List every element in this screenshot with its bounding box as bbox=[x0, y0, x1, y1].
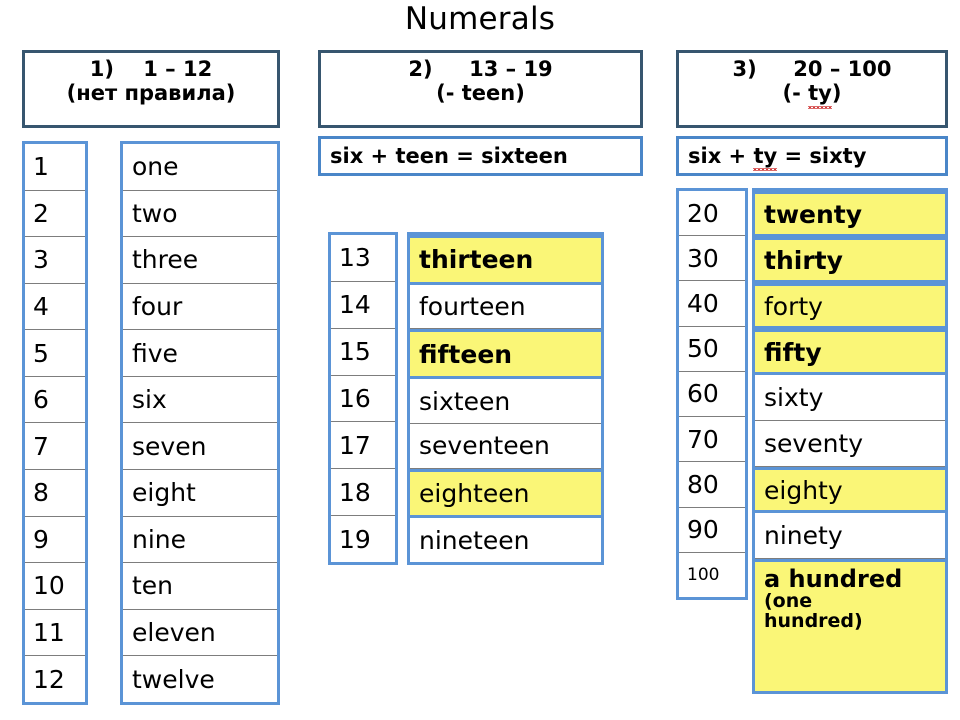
table-cell-number: 10 bbox=[25, 563, 85, 610]
page-title: Numerals bbox=[404, 1, 556, 37]
table-cell-number: 40 bbox=[679, 281, 745, 327]
section-3-header-prefix: (- bbox=[782, 81, 809, 106]
table-cell-word: nineteen bbox=[410, 518, 601, 563]
table-cell-word-hundred: a hundred (one hundred) bbox=[755, 559, 945, 691]
table-cell-number: 14 bbox=[331, 281, 395, 329]
table-cell-word: ninety bbox=[755, 513, 945, 559]
table-cell-word: eighty bbox=[755, 467, 945, 513]
table-cell-word: twenty bbox=[755, 191, 945, 237]
table-cell-word: five bbox=[123, 330, 277, 377]
table-cell-word: thirty bbox=[755, 237, 945, 283]
section-3-numbers-table: 20 30 40 50 60 70 80 90 100 bbox=[676, 188, 748, 600]
table-cell-number: 8 bbox=[25, 470, 85, 517]
table-cell-word: fourteen bbox=[410, 284, 601, 330]
table-cell-number: 13 bbox=[331, 235, 395, 282]
table-cell-word: eighteen bbox=[410, 468, 601, 519]
table-cell-number: 11 bbox=[25, 609, 85, 657]
table-cell-word: three bbox=[123, 237, 277, 284]
table-cell-number: 3 bbox=[25, 237, 85, 284]
section-2-formula-text: six + teen = sixteen bbox=[330, 144, 568, 168]
table-cell-word: fifteen bbox=[410, 329, 601, 380]
section-2-header-line2: (- teen) bbox=[436, 81, 525, 106]
table-cell-number: 70 bbox=[679, 417, 745, 463]
section-3-formula-suffix: = sixty bbox=[777, 144, 867, 168]
section-1-header-line1: 1) 1 – 12 bbox=[89, 57, 213, 81]
table-cell-word: forty bbox=[755, 283, 945, 329]
table-cell-number: 19 bbox=[331, 516, 395, 563]
table-cell-word: thirteen bbox=[410, 235, 601, 285]
table-cell-word: four bbox=[123, 283, 277, 331]
table-cell-word: sixteen bbox=[410, 379, 601, 424]
table-cell-number: 4 bbox=[25, 283, 85, 331]
table-cell-word: eight bbox=[123, 470, 277, 517]
table-cell-word: ten bbox=[123, 563, 277, 610]
section-1-words-table: one two three four five six seven eight … bbox=[120, 141, 280, 705]
section-2-formula: six + teen = sixteen bbox=[318, 136, 643, 176]
table-cell-number: 7 bbox=[25, 423, 85, 471]
table-cell-number: 6 bbox=[25, 376, 85, 424]
table-cell-number: 2 bbox=[25, 190, 85, 238]
hundred-line-2: (one bbox=[764, 589, 813, 612]
section-3-formula-prefix: six + bbox=[688, 144, 754, 168]
section-1-header-line2: (нет правила) bbox=[66, 81, 236, 106]
table-cell-number: 100 bbox=[679, 552, 745, 597]
table-cell-word: six bbox=[123, 376, 277, 424]
slide-canvas: Numerals 1) 1 – 12 (нет правила) 1 2 3 4… bbox=[0, 0, 960, 720]
table-cell-word: seventy bbox=[755, 421, 945, 467]
hundred-line-1: a hundred bbox=[764, 565, 903, 593]
table-cell-number: 20 bbox=[679, 191, 745, 237]
table-cell-number: 1 bbox=[25, 144, 85, 191]
table-cell-number: 90 bbox=[679, 507, 745, 553]
section-1-header: 1) 1 – 12 (нет правила) bbox=[22, 50, 280, 128]
table-cell-number: 30 bbox=[679, 236, 745, 282]
hundred-line-3: hundred) bbox=[764, 609, 863, 632]
table-cell-word: nine bbox=[123, 516, 277, 564]
table-cell-word: one bbox=[123, 144, 277, 191]
section-3-header: 3) 20 – 100 (- ty) bbox=[676, 50, 948, 128]
section-3-header-line2: (- ty) bbox=[679, 81, 945, 110]
section-3-header-line1: 3) 20 – 100 bbox=[732, 57, 892, 81]
table-cell-number: 15 bbox=[331, 328, 395, 376]
section-2-words-table: thirteen fourteen fifteen sixteen sevent… bbox=[407, 232, 604, 565]
table-cell-number: 18 bbox=[331, 469, 395, 517]
section-1-numbers-table: 1 2 3 4 5 6 7 8 9 10 11 12 bbox=[22, 141, 88, 705]
table-cell-number: 5 bbox=[25, 330, 85, 377]
table-cell-number: 80 bbox=[679, 462, 745, 508]
section-3-formula: six + ty = sixty bbox=[676, 136, 948, 176]
table-cell-number: 16 bbox=[331, 375, 395, 423]
section-2-header: 2) 13 – 19 (- teen) bbox=[318, 50, 643, 128]
table-cell-word: sixty bbox=[755, 375, 945, 421]
table-cell-number: 12 bbox=[25, 656, 85, 702]
table-cell-word: eleven bbox=[123, 609, 277, 657]
section-3-header-suffix: ) bbox=[831, 81, 842, 106]
table-cell-word: seven bbox=[123, 423, 277, 471]
table-cell-word: two bbox=[123, 190, 277, 238]
table-cell-word: seventeen bbox=[410, 423, 601, 469]
table-cell-number: 60 bbox=[679, 371, 745, 418]
table-cell-word: fifty bbox=[755, 329, 945, 375]
section-3-words-table: twenty thirty forty fifty sixty seventy … bbox=[752, 188, 948, 694]
table-cell-number: 17 bbox=[331, 422, 395, 470]
table-cell-number: 9 bbox=[25, 516, 85, 564]
table-cell-word: twelve bbox=[123, 656, 277, 702]
table-cell-number: 50 bbox=[679, 326, 745, 372]
section-3-header-misspelled-word: ty bbox=[808, 81, 832, 110]
section-2-numbers-table: 13 14 15 16 17 18 19 bbox=[328, 232, 398, 565]
section-2-header-line1: 2) 13 – 19 bbox=[408, 57, 553, 81]
section-3-formula-misspelled-word: ty bbox=[753, 144, 778, 171]
